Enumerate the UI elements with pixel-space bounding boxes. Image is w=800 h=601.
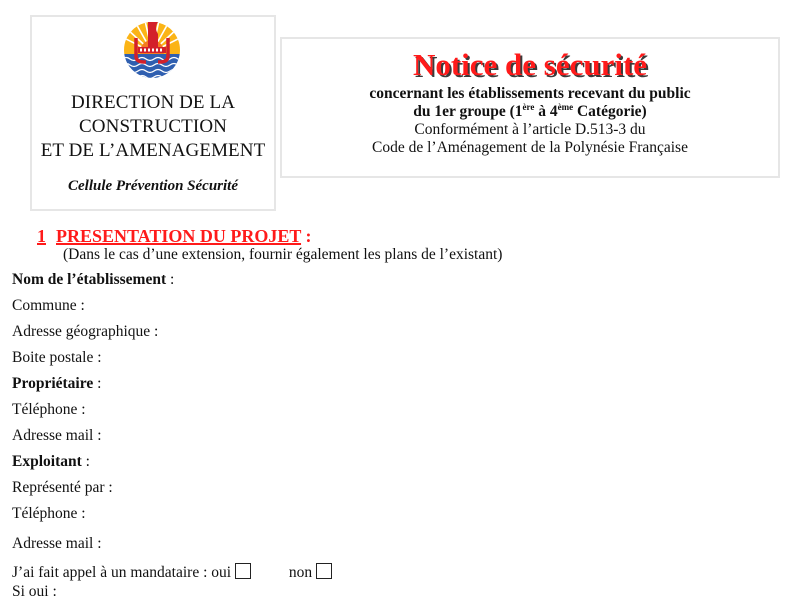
organization-line: ET DE L’AMENAGEMENT: [40, 140, 266, 161]
organization-line: DIRECTION DE LA: [70, 92, 236, 113]
notice-header-box: Notice de sécurité concernant les établi…: [280, 37, 780, 178]
notice-title: Notice de sécurité: [412, 47, 648, 82]
form-field-row[interactable]: Commune :: [12, 297, 85, 315]
form-field-row[interactable]: Téléphone :: [12, 401, 86, 419]
mandataire-question: J’ai fait appel à un mandataire :: [12, 564, 208, 581]
notice-subtitle-line2: du 1er groupe (1ère à 4ème Catégorie): [282, 103, 778, 121]
form-field-label: Propriétaire: [12, 375, 94, 392]
form-field-row[interactable]: Représenté par :: [12, 479, 113, 497]
mandataire-question-row: J’ai fait appel à un mandataire : oui no…: [12, 563, 333, 582]
polynesia-coat-of-arms-icon: [124, 22, 180, 78]
form-field-row[interactable]: Boite postale :: [12, 349, 102, 367]
form-field-label: Exploitant: [12, 453, 82, 470]
organization-name: DIRECTION DE LA CONSTRUCTION ET DE L’AME…: [32, 91, 274, 163]
category-text: à 4: [534, 103, 558, 120]
option-no-label: non: [288, 564, 313, 581]
form-field-colon: :: [93, 375, 102, 392]
notice-reference-line1: Conformément à l’article D.513-3 du: [414, 121, 646, 138]
form-field-label: Adresse mail :: [12, 535, 102, 552]
form-field-label: Téléphone :: [12, 505, 86, 522]
form-field-label: Commune :: [12, 297, 85, 314]
section-note: (Dans le cas d’une extension, fournir ég…: [63, 246, 503, 263]
organization-unit: Cellule Prévention Sécurité: [68, 178, 238, 194]
organization-line: CONSTRUCTION: [79, 116, 227, 137]
section-heading: 1 PRESENTATION DU PROJET :: [37, 225, 312, 247]
form-field-label: Boite postale :: [12, 349, 102, 366]
option-yes-label: oui: [211, 564, 232, 581]
mandataire-no-checkbox[interactable]: [316, 563, 333, 579]
form-field-row[interactable]: Exploitant :: [12, 453, 90, 471]
form-field-row[interactable]: Adresse mail :: [12, 427, 102, 445]
form-field-row[interactable]: Adresse géographique :: [12, 323, 158, 341]
form-field-colon: :: [81, 453, 90, 470]
form-field-label: Représenté par :: [12, 479, 113, 496]
form-field-row[interactable]: Adresse mail :: [12, 535, 102, 553]
superscript: ère: [522, 102, 535, 112]
form-field-label: Téléphone :: [12, 401, 86, 418]
form-field-label: Adresse mail :: [12, 427, 102, 444]
mandataire-yes-checkbox[interactable]: [235, 563, 252, 579]
section-heading-label: 1 PRESENTATION DU PROJET: [37, 226, 301, 246]
form-field-row[interactable]: Téléphone :: [12, 505, 86, 523]
category-text: du 1er groupe (1: [413, 103, 523, 120]
notice-subtitle: concernant les établissements recevant d…: [282, 85, 778, 157]
form-field-colon: :: [166, 271, 175, 288]
notice-reference-line2: Code de l’Aménagement de la Polynésie Fr…: [372, 139, 688, 156]
notice-subtitle-line1: concernant les établissements recevant d…: [369, 85, 691, 102]
form-field-label: Adresse géographique :: [12, 323, 159, 340]
section-number: 1: [37, 226, 46, 246]
superscript: ème: [557, 102, 574, 112]
form-field-label: Nom de l’établissement: [12, 271, 167, 288]
form-field-row[interactable]: Propriétaire :: [12, 375, 101, 393]
section-title: PRESENTATION DU PROJET: [56, 226, 302, 246]
category-text: Catégorie): [573, 103, 647, 120]
section-title-suffix: :: [301, 226, 312, 246]
form-field-row[interactable]: Nom de l’établissement :: [12, 271, 174, 289]
si-oui-label: Si oui :: [12, 583, 57, 600]
